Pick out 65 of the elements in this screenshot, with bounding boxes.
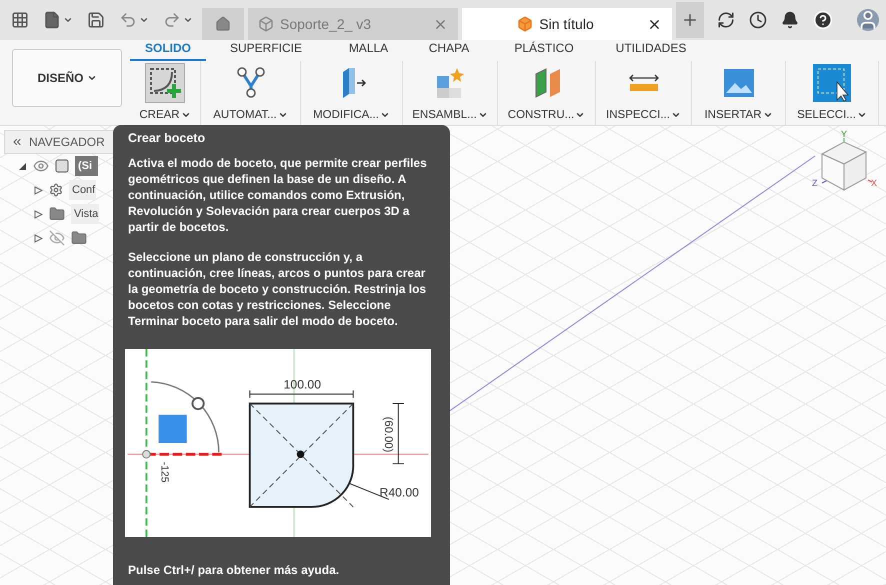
select-tool-icon[interactable]: [812, 63, 852, 103]
tree-item-label[interactable]: Conf: [69, 180, 96, 200]
document-tab[interactable]: Sin título: [462, 8, 672, 40]
expand-triangle-icon[interactable]: [34, 186, 43, 194]
collapse-icon[interactable]: [11, 136, 23, 148]
gear-icon: [49, 183, 63, 197]
caret-icon: [762, 110, 773, 120]
ribbon-tab[interactable]: SOLIDO: [130, 41, 206, 61]
plus-icon: [681, 11, 699, 29]
ribbon-tab[interactable]: CHAPA: [411, 41, 487, 61]
undo-icon[interactable]: [119, 11, 137, 29]
ribbon-tab[interactable]: SUPERFICIE: [206, 41, 326, 61]
cube-icon: [258, 16, 274, 32]
apps-grid-icon[interactable]: [11, 11, 29, 29]
cube-icon: [517, 16, 534, 32]
ribbon-tab[interactable]: UTILIDADES: [601, 41, 701, 61]
tool-menu-button[interactable]: SELECCI...: [797, 109, 867, 125]
sync-icon[interactable]: [717, 11, 735, 29]
caret-icon: [670, 110, 681, 120]
caret-icon: [180, 110, 191, 120]
tree-item-label[interactable]: (Si: [75, 156, 98, 176]
tool-menu-button[interactable]: INSPECCI...: [606, 109, 681, 125]
tree-item-label[interactable]: Vista: [71, 204, 100, 224]
caret-icon: [856, 110, 867, 120]
user-avatar-icon[interactable]: [857, 9, 879, 31]
workspace-dropdown[interactable]: DISEÑO: [12, 49, 122, 107]
redo-icon[interactable]: [163, 11, 181, 29]
save-icon[interactable]: [87, 11, 105, 29]
help-icon[interactable]: [813, 10, 833, 30]
tool-menu-button[interactable]: MODIFICA...: [313, 109, 390, 125]
tool-menu-button[interactable]: INSERTAR: [704, 109, 773, 125]
clock-icon[interactable]: [749, 11, 767, 29]
folder-icon: [71, 230, 87, 246]
eye-icon[interactable]: [33, 158, 49, 174]
collapse-triangle-icon[interactable]: [18, 162, 27, 170]
sketch-tool-icon[interactable]: [145, 63, 185, 103]
ribbon-tab[interactable]: MALLA: [326, 41, 411, 61]
sketch-diagram-drawing: 100.00 (60.00) R40.00 -125: [125, 349, 431, 537]
view-cube-drawing[interactable]: Y Z X: [808, 128, 878, 196]
home-tab[interactable]: [202, 8, 244, 40]
caret-icon: [63, 15, 73, 25]
caret-icon: [86, 73, 96, 83]
tooltip-text: Seleccione un plano de construcción y, a continuación, cree líneas, arcos o puntos para crear la geometría de boceto y construcción. Restrinja los bocetos con cotas y restricciones. Seleccione Terminar boceto para salir del modo de boceto.: [128, 249, 428, 329]
tool-menu-button[interactable]: CREAR: [139, 109, 191, 125]
tool-menu-button[interactable]: CONSTRU...: [508, 109, 586, 125]
caret-icon: [380, 110, 390, 120]
tooltip-text: Activa el modo de boceto, que permite crear perfiles geométricos que definen la base de un diseño. A continuación, utilice comandos como Extrusión, Revolución y Solevación para crear cuerpos 3D a partir de bocetos.: [128, 155, 428, 235]
caret-icon: [478, 110, 488, 120]
tooltip-footer-text: Pulse Ctrl+/ para obtener más ayuda.: [128, 563, 340, 577]
folder-icon: [49, 206, 65, 222]
tooltip-title: Crear boceto: [128, 131, 206, 145]
ribbon-tab[interactable]: PLÁSTICO: [487, 41, 601, 61]
file-icon[interactable]: [43, 11, 61, 29]
caret-icon: [278, 110, 288, 120]
expand-triangle-icon[interactable]: [34, 210, 43, 218]
component-icon: [55, 159, 69, 173]
home-icon: [215, 16, 231, 32]
expand-triangle-icon[interactable]: [34, 234, 43, 242]
tool-menu-button[interactable]: ENSAMBL...: [412, 109, 488, 125]
new-tab-button[interactable]: [676, 2, 704, 38]
caret-icon: [139, 15, 149, 25]
caret-icon: [575, 110, 586, 120]
caret-icon: [183, 15, 193, 25]
notification-bell-icon[interactable]: [781, 11, 799, 29]
tool-menu-button[interactable]: AUTOMAT...: [213, 109, 288, 125]
